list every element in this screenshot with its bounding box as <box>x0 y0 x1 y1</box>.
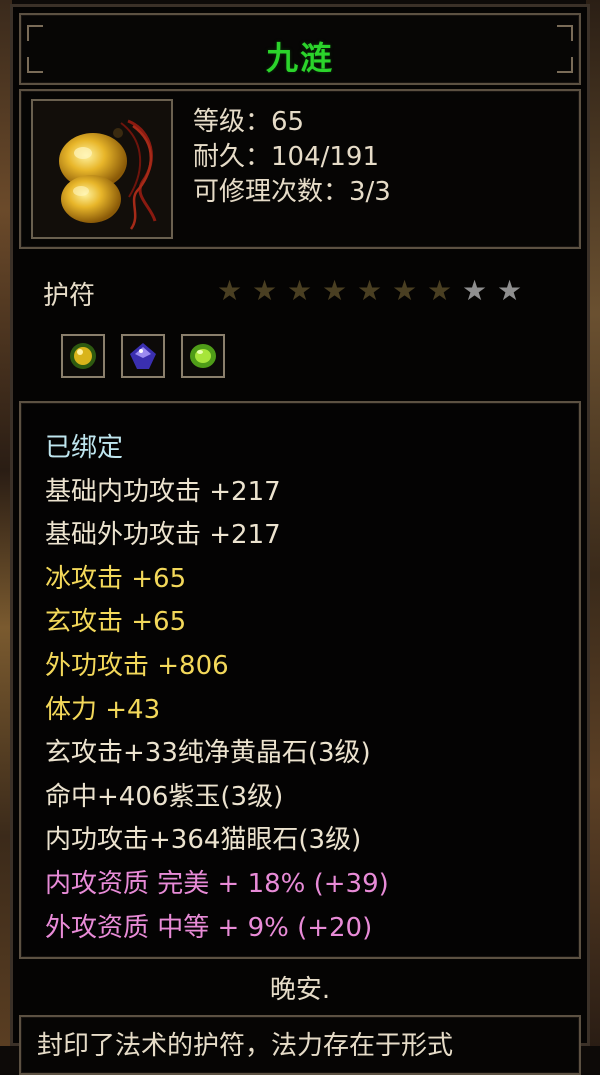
star-filled-icon: ★ <box>427 274 453 307</box>
cat-eye-gem-icon <box>190 344 216 368</box>
stat-line: 外攻资质 中等 + 9% (+20) <box>45 912 373 943</box>
item-header: 等级：65 耐久：104/191 可修理次数：3/3 <box>19 89 581 249</box>
item-tooltip: 九涟 等级：65 耐久：104/191 可修理次数：3/3 护符 ★ ★ ★ ★… <box>10 4 590 1075</box>
gem-slot-2[interactable] <box>121 334 165 378</box>
gem-slot-1[interactable] <box>61 334 105 378</box>
stats-panel: 已绑定基础内功攻击 +217 基础外功攻击 +217 冰攻击 +65 玄攻击 +65 外… <box>19 401 581 959</box>
jade-amulet-icon <box>59 119 157 230</box>
gem-slot-3[interactable] <box>181 334 225 378</box>
item-category: 护符 <box>43 281 96 311</box>
owner-nickname: 晚安. <box>269 975 331 1005</box>
stat-line: 玄攻击+33纯净黄晶石(3级) <box>45 738 371 769</box>
stat-line: 外功攻击 +806 <box>45 651 229 681</box>
item-repair-count: 可修理次数：3/3 <box>193 177 391 207</box>
stat-line: 玄攻击 +65 <box>45 607 187 638</box>
item-icon-slot[interactable] <box>31 99 173 239</box>
stat-line: 体力 +43 <box>45 694 161 725</box>
yellow-crystal-gem-icon <box>70 343 96 369</box>
stat-line: 命中+406紫玉(3级) <box>45 781 284 812</box>
star-empty-icon: ★ <box>462 274 488 307</box>
star-filled-icon: ★ <box>287 274 313 307</box>
star-filled-icon: ★ <box>357 274 383 307</box>
star-filled-icon: ★ <box>322 274 348 307</box>
item-description: 封印了法术的护符，法力存在于形式 <box>37 1031 454 1061</box>
item-durability: 耐久：104/191 <box>193 142 380 172</box>
stat-line: 冰攻击 +65 <box>45 563 187 594</box>
star-empty-icon: ★ <box>497 274 523 307</box>
stat-line: 已绑定 <box>45 433 124 463</box>
item-level: 等级：65 <box>193 107 305 137</box>
stat-line: 内功攻击+364猫眼石(3级) <box>45 825 362 856</box>
star-filled-icon: ★ <box>252 274 278 307</box>
stat-line: 基础内功攻击 +217 <box>45 476 281 507</box>
description-panel: 封印了法术的护符，法力存在于形式 <box>19 1015 581 1075</box>
purple-jade-gem-icon <box>130 343 156 369</box>
stat-line: 基础外功攻击 +217 <box>45 520 281 551</box>
star-filled-icon: ★ <box>392 274 418 307</box>
star-filled-icon: ★ <box>217 274 243 307</box>
title-bar: 九涟 <box>19 13 581 85</box>
stat-line: 内攻资质 完美 + 18% (+39) <box>45 869 389 899</box>
item-name: 九涟 <box>265 39 334 77</box>
